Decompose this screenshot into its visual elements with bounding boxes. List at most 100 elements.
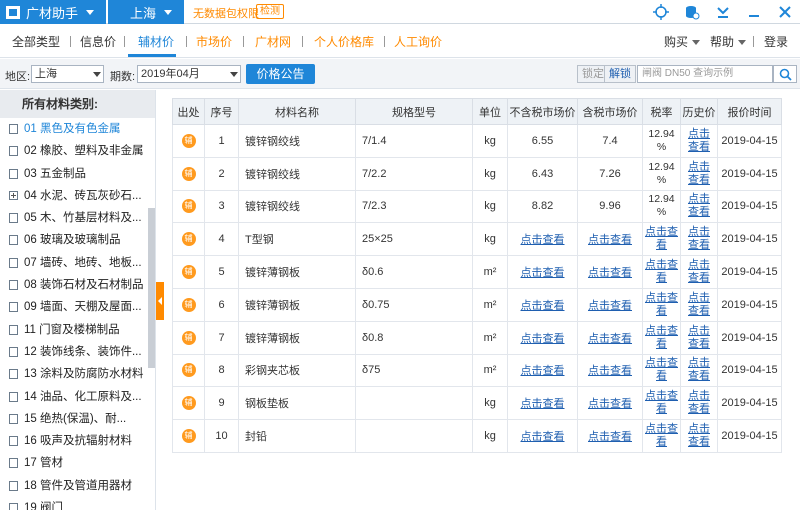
- price-ex-tax-link[interactable]: 点击查看: [521, 431, 565, 443]
- sidebar-category-item[interactable]: 04 水泥、砖瓦灰砂石...: [0, 185, 155, 207]
- expand-icon[interactable]: [9, 190, 18, 200]
- table-row[interactable]: 辅 1 镀锌钢绞线 7/1.4 kg 6.55 7.4 12.94% 点击 查看 2019-04-1…: [172, 124, 782, 158]
- nav-aux-price[interactable]: 辅材价: [138, 33, 174, 50]
- price-inc-tax-link[interactable]: 点击查看: [588, 398, 632, 410]
- minimize-icon[interactable]: [738, 0, 769, 24]
- tax-rate-link[interactable]: 点击查: [645, 390, 678, 402]
- tax-rate-link[interactable]: 看: [656, 403, 667, 415]
- history-price-link[interactable]: 查看: [688, 141, 710, 153]
- history-price-link[interactable]: 点击: [688, 161, 710, 173]
- sidebar-scrollbar[interactable]: [148, 208, 155, 368]
- price-inc-tax-link[interactable]: 点击查看: [588, 300, 632, 312]
- sidebar-category-item[interactable]: 06 玻璃及玻璃制品: [0, 229, 155, 251]
- table-row[interactable]: 辅 3 镀锌钢绞线 7/2.3 kg 8.82 9.96 12.94% 点击 查看 2019-04-…: [172, 189, 782, 224]
- tax-rate-link[interactable]: 看: [656, 436, 667, 448]
- history-price-link[interactable]: 点击: [688, 325, 710, 337]
- login-button[interactable]: 登录: [764, 33, 788, 50]
- table-row[interactable]: 辅 8 彩钢夹芯板 δ75 m² 点击查看 点击查看 点击查看点击 查看 2019-04-15: [172, 353, 782, 388]
- history-price-link[interactable]: 点击: [688, 226, 710, 238]
- table-row[interactable]: 辅 10 封铅 kg 点击查看 点击查看 点击查看点击 查看 2019-04-15: [172, 419, 782, 453]
- history-price-link[interactable]: 查看: [688, 206, 710, 218]
- aux-source-badge[interactable]: 辅: [181, 133, 196, 148]
- collapse-sidebar-button[interactable]: [156, 282, 164, 320]
- price-inc-tax-link[interactable]: 点击查看: [588, 333, 632, 345]
- nav-market-price[interactable]: 市场价: [196, 33, 232, 50]
- city-selector[interactable]: 上海: [108, 0, 184, 24]
- sidebar-category-item[interactable]: 07 墙砖、地砖、地板...: [0, 252, 155, 274]
- price-ex-tax-link[interactable]: 点击查看: [521, 398, 565, 410]
- sidebar-category-item[interactable]: 01 黑色及有色金属: [0, 118, 155, 140]
- sidebar-category-item[interactable]: 09 墙面、天棚及屋面...: [0, 296, 155, 318]
- tax-rate-link[interactable]: 点击查: [645, 325, 678, 337]
- tax-rate-link[interactable]: 看: [656, 338, 667, 350]
- tax-rate-link[interactable]: 看: [656, 305, 667, 317]
- sidebar-category-item[interactable]: 13 涂料及防腐防水材料: [0, 363, 155, 385]
- history-price-link[interactable]: 点击: [688, 193, 710, 205]
- detect-button[interactable]: 检测: [256, 4, 284, 19]
- history-price-link[interactable]: 点击: [688, 259, 710, 271]
- history-price-link[interactable]: 查看: [688, 338, 710, 350]
- sidebar-category-item[interactable]: 05 木、竹基层材料及...: [0, 207, 155, 229]
- table-row[interactable]: 辅 7 镀锌薄钢板 δ0.8 m² 点击查看 点击查看 点击查看点击 查看 2019-04-15: [172, 320, 782, 355]
- history-price-link[interactable]: 点击: [688, 390, 710, 402]
- history-price-link[interactable]: 查看: [688, 272, 710, 284]
- tax-rate-link[interactable]: 看: [656, 272, 667, 284]
- price-inc-tax-link[interactable]: 点击查看: [588, 234, 632, 246]
- sidebar-category-item[interactable]: 16 吸声及抗辐射材料: [0, 430, 155, 452]
- aux-source-badge[interactable]: 辅: [181, 363, 196, 378]
- tax-rate-link[interactable]: 点击查: [645, 357, 678, 369]
- price-inc-tax-link[interactable]: 点击查看: [588, 431, 632, 443]
- history-price-link[interactable]: 点击: [688, 292, 710, 304]
- history-price-link[interactable]: 点击: [688, 357, 710, 369]
- sidebar-category-item[interactable]: 18 管件及管道用器材: [0, 475, 155, 497]
- aux-source-badge[interactable]: 辅: [181, 429, 196, 444]
- help-menu[interactable]: 帮助: [710, 33, 747, 50]
- nav-manual-inquiry[interactable]: 人工询价: [394, 33, 442, 50]
- buy-menu[interactable]: 购买: [664, 33, 701, 50]
- price-ex-tax-link[interactable]: 点击查看: [521, 365, 565, 377]
- sidebar-category-item[interactable]: 02 橡胶、塑料及非金属: [0, 140, 155, 162]
- tax-rate-link[interactable]: 看: [656, 239, 667, 251]
- target-icon[interactable]: [645, 0, 676, 24]
- price-ex-tax-link[interactable]: 点击查看: [521, 333, 565, 345]
- period-select[interactable]: 2019年04月: [137, 65, 241, 83]
- table-row[interactable]: 辅 4 T型钢 25×25 kg 点击查看 点击查看 点击查看点击 查看 2019-04-15: [172, 222, 782, 257]
- aux-source-badge[interactable]: 辅: [181, 297, 196, 312]
- close-icon[interactable]: [769, 0, 800, 24]
- search-button[interactable]: [773, 65, 797, 83]
- table-row[interactable]: 辅 5 镀锌薄钢板 δ0.6 m² 点击查看 点击查看 点击查看点击 查看 2019-04-15: [172, 255, 782, 289]
- history-price-link[interactable]: 查看: [688, 403, 710, 415]
- nav-gcw[interactable]: 广材网: [255, 33, 291, 50]
- tax-rate-link[interactable]: 点击查: [645, 292, 678, 304]
- history-price-link[interactable]: 查看: [688, 370, 710, 382]
- history-price-link[interactable]: 查看: [688, 239, 710, 251]
- price-ex-tax-link[interactable]: 点击查看: [521, 267, 565, 279]
- tax-rate-link[interactable]: 点击查: [645, 423, 678, 435]
- price-inc-tax-link[interactable]: 点击查看: [588, 267, 632, 279]
- sidebar-category-item[interactable]: 15 绝热(保温)、耐...: [0, 408, 155, 430]
- aux-source-badge[interactable]: 辅: [181, 199, 196, 214]
- sidebar-category-item[interactable]: 19 阀门: [0, 497, 155, 510]
- price-notice-button[interactable]: 价格公告: [246, 64, 315, 84]
- history-price-link[interactable]: 点击: [688, 128, 710, 140]
- history-price-link[interactable]: 点击: [688, 423, 710, 435]
- aux-source-badge[interactable]: 辅: [181, 232, 196, 247]
- aux-source-badge[interactable]: 辅: [181, 396, 196, 411]
- tax-rate-link[interactable]: 看: [656, 370, 667, 382]
- sidebar-category-item[interactable]: 08 装饰石材及石材制品: [0, 274, 155, 296]
- download-icon[interactable]: [707, 0, 738, 24]
- nav-personal-price-lib[interactable]: 个人价格库: [314, 33, 374, 50]
- table-row[interactable]: 辅 9 钢板垫板 kg 点击查看 点击查看 点击查看点击 查看 2019-04-15: [172, 386, 782, 421]
- price-inc-tax-link[interactable]: 点击查看: [588, 365, 632, 377]
- history-price-link[interactable]: 查看: [688, 305, 710, 317]
- tax-rate-link[interactable]: 点击查: [645, 226, 678, 238]
- nav-info-price[interactable]: 信息价: [80, 33, 116, 50]
- price-ex-tax-link[interactable]: 点击查看: [521, 300, 565, 312]
- sidebar-category-item[interactable]: 03 五金制品: [0, 163, 155, 185]
- aux-source-badge[interactable]: 辅: [181, 330, 196, 345]
- price-ex-tax-link[interactable]: 点击查看: [521, 234, 565, 246]
- unlock-button[interactable]: 解锁: [604, 65, 636, 83]
- tax-rate-link[interactable]: 点击查: [645, 259, 678, 271]
- sidebar-category-item[interactable]: 14 油品、化工原料及...: [0, 386, 155, 408]
- region-select[interactable]: 上海: [31, 65, 104, 83]
